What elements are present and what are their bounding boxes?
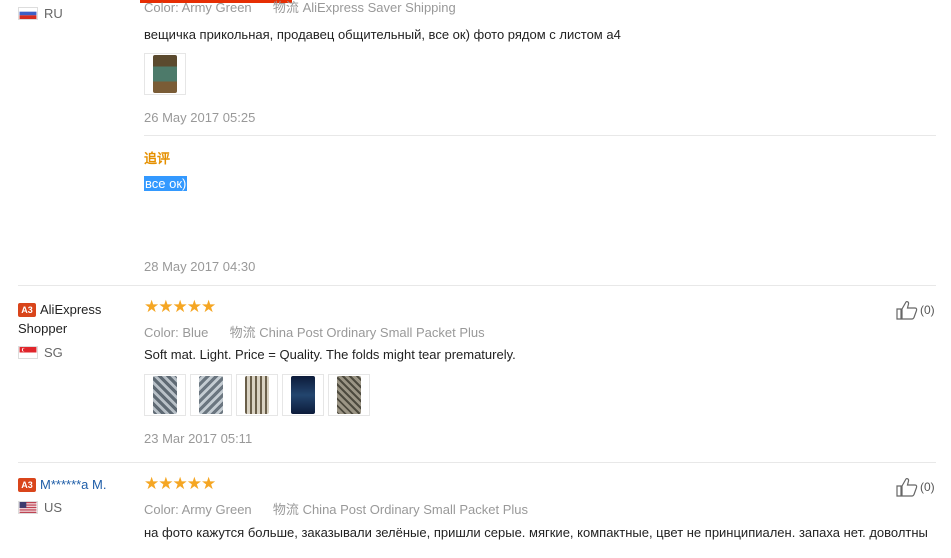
shipping-label: 物流 bbox=[272, 0, 299, 15]
review-photo-thumbnail[interactable] bbox=[144, 53, 186, 95]
country-code: SG bbox=[44, 345, 63, 360]
shipping-label: 物流 bbox=[272, 502, 299, 517]
helpful-button[interactable]: (0) bbox=[896, 477, 935, 497]
review-photo-thumbnail[interactable] bbox=[190, 374, 232, 416]
color-label: Color: bbox=[144, 0, 179, 15]
review-text: вещичка прикольная, продавец общительный… bbox=[144, 27, 621, 42]
singapore-flag-icon bbox=[18, 346, 38, 359]
country-code: US bbox=[44, 500, 63, 515]
reviews-page: RU Color: Army Green 物流 AliExpress Saver… bbox=[0, 0, 951, 558]
color-value: Army Green bbox=[181, 502, 252, 517]
review-text: Soft mat. Light. Price = Quality. The fo… bbox=[144, 347, 516, 362]
shipping-value: China Post Ordinary Small Packet Plus bbox=[259, 325, 485, 340]
review-meta: Color: Army Green 物流 AliExpress Saver Sh… bbox=[144, 0, 936, 18]
usa-flag-icon bbox=[18, 501, 38, 514]
color-value: Blue bbox=[182, 325, 209, 340]
review-photos bbox=[144, 53, 936, 95]
review-date: 23 Mar 2017 05:11 bbox=[144, 431, 253, 446]
star-rating: ★★★★★ bbox=[144, 474, 216, 493]
review-meta: Color: Army Green 物流 China Post Ordinary… bbox=[144, 499, 936, 518]
reviewer-3: A3 M******a M. US bbox=[18, 477, 138, 515]
shipping-value: China Post Ordinary Small Packet Plus bbox=[302, 502, 528, 517]
reviewer-2: A3 AliExpress Shopper SG bbox=[18, 300, 138, 360]
followup-divider bbox=[144, 135, 936, 136]
thumbs-up-icon bbox=[896, 478, 918, 497]
reviewer-country: RU bbox=[18, 6, 138, 21]
review-photo-thumbnail[interactable] bbox=[282, 374, 324, 416]
star-rating: ★★★★★ bbox=[144, 297, 216, 316]
helpful-count: (0) bbox=[920, 303, 935, 317]
russia-flag-icon bbox=[18, 7, 38, 20]
selected-followup-text: все ок) bbox=[144, 176, 188, 191]
reviewer-country: SG bbox=[18, 345, 138, 360]
review-photo-thumbnail[interactable] bbox=[328, 374, 370, 416]
reviewer-1: RU bbox=[18, 6, 138, 21]
level-badge: A3 bbox=[18, 303, 36, 317]
review-photo-thumbnail[interactable] bbox=[144, 374, 186, 416]
review-1: Color: Army Green 物流 AliExpress Saver Sh… bbox=[144, 0, 936, 18]
review-photos bbox=[144, 374, 936, 416]
review-meta: Color: Blue 物流 China Post Ordinary Small… bbox=[144, 322, 936, 341]
review-date: 26 May 2017 05:25 bbox=[144, 110, 256, 125]
followup-date: 28 May 2017 04:30 bbox=[144, 259, 256, 274]
level-badge: A3 bbox=[18, 478, 36, 492]
helpful-button[interactable]: (0) bbox=[896, 300, 935, 320]
reviewer-name: A3 AliExpress Shopper bbox=[18, 300, 138, 338]
color-label: Color: bbox=[144, 325, 179, 340]
followup-title: 追评 bbox=[144, 151, 171, 166]
followup-text: все ок) bbox=[144, 176, 936, 191]
username-link[interactable]: M******a M. bbox=[40, 477, 106, 492]
shipping-value: AliExpress Saver Shipping bbox=[302, 0, 456, 15]
country-code: RU bbox=[44, 6, 63, 21]
review-text: на фото кажутся больше, заказывали зелён… bbox=[144, 525, 928, 540]
thumbs-up-icon bbox=[896, 301, 918, 320]
reviewer-name: A3 M******a M. bbox=[18, 477, 138, 492]
review-photo-thumbnail[interactable] bbox=[236, 374, 278, 416]
helpful-count: (0) bbox=[920, 480, 935, 494]
review-divider bbox=[18, 462, 936, 463]
color-value: Army Green bbox=[181, 0, 252, 15]
shipping-label: 物流 bbox=[229, 325, 256, 340]
reviewer-country: US bbox=[18, 500, 138, 515]
color-label: Color: bbox=[144, 502, 179, 517]
review-divider bbox=[18, 285, 936, 286]
